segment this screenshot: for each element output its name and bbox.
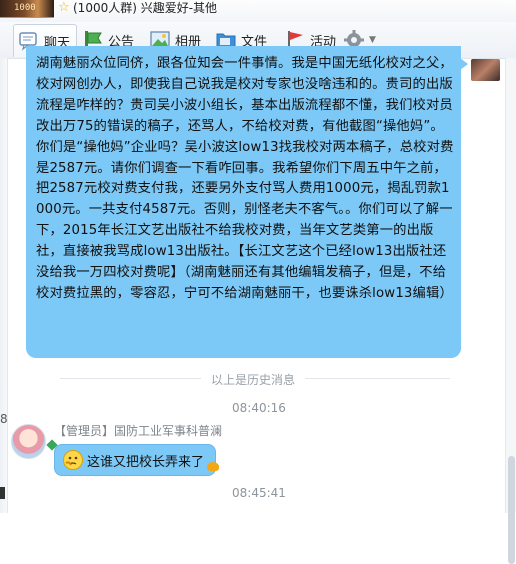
- chevron-down-icon: ▼: [369, 35, 376, 45]
- scrollbar-thumb[interactable]: [508, 456, 515, 564]
- thinking-emoji-icon: [62, 449, 84, 471]
- left-panel-edge: [0, 58, 8, 513]
- scrollbar[interactable]: [505, 58, 516, 564]
- edge-mark: [0, 487, 5, 499]
- group-name[interactable]: (1000人群) 兴趣爱好-其他: [73, 1, 217, 15]
- star-icon: ☆: [58, 0, 70, 15]
- group-avatar[interactable]: 1000: [0, 0, 54, 18]
- history-label: 以上是历史消息: [201, 371, 306, 388]
- sender-name[interactable]: 【管理员】国防工业军事科普澜: [54, 422, 222, 439]
- message-text: 湖南魅丽众位同侪，跟各位知会一件事情。我是中国无纸化校对之父，校对网创办人，即使…: [36, 56, 454, 301]
- sender-avatar[interactable]: [11, 424, 46, 459]
- bubble-decoration-right: [207, 462, 219, 471]
- chat-header: 1000 ☆ (1000人群) 兴趣爱好-其他: [0, 0, 516, 22]
- group-avatar-text: 1000: [14, 3, 36, 13]
- avatar[interactable]: [471, 59, 500, 81]
- message-timestamp: 08:45:41: [232, 486, 286, 500]
- message-text: 这谁又把校长弄来了: [87, 455, 205, 470]
- message-bubble-outgoing[interactable]: 湖南魅丽众位同侪，跟各位知会一件事情。我是中国无纸化校对之父，校对网创办人，即使…: [26, 46, 468, 358]
- message-timestamp: 08:40:16: [232, 401, 286, 415]
- message-bubble-incoming[interactable]: 这谁又把校长弄来了: [54, 444, 216, 476]
- edge-char: 8: [0, 412, 8, 426]
